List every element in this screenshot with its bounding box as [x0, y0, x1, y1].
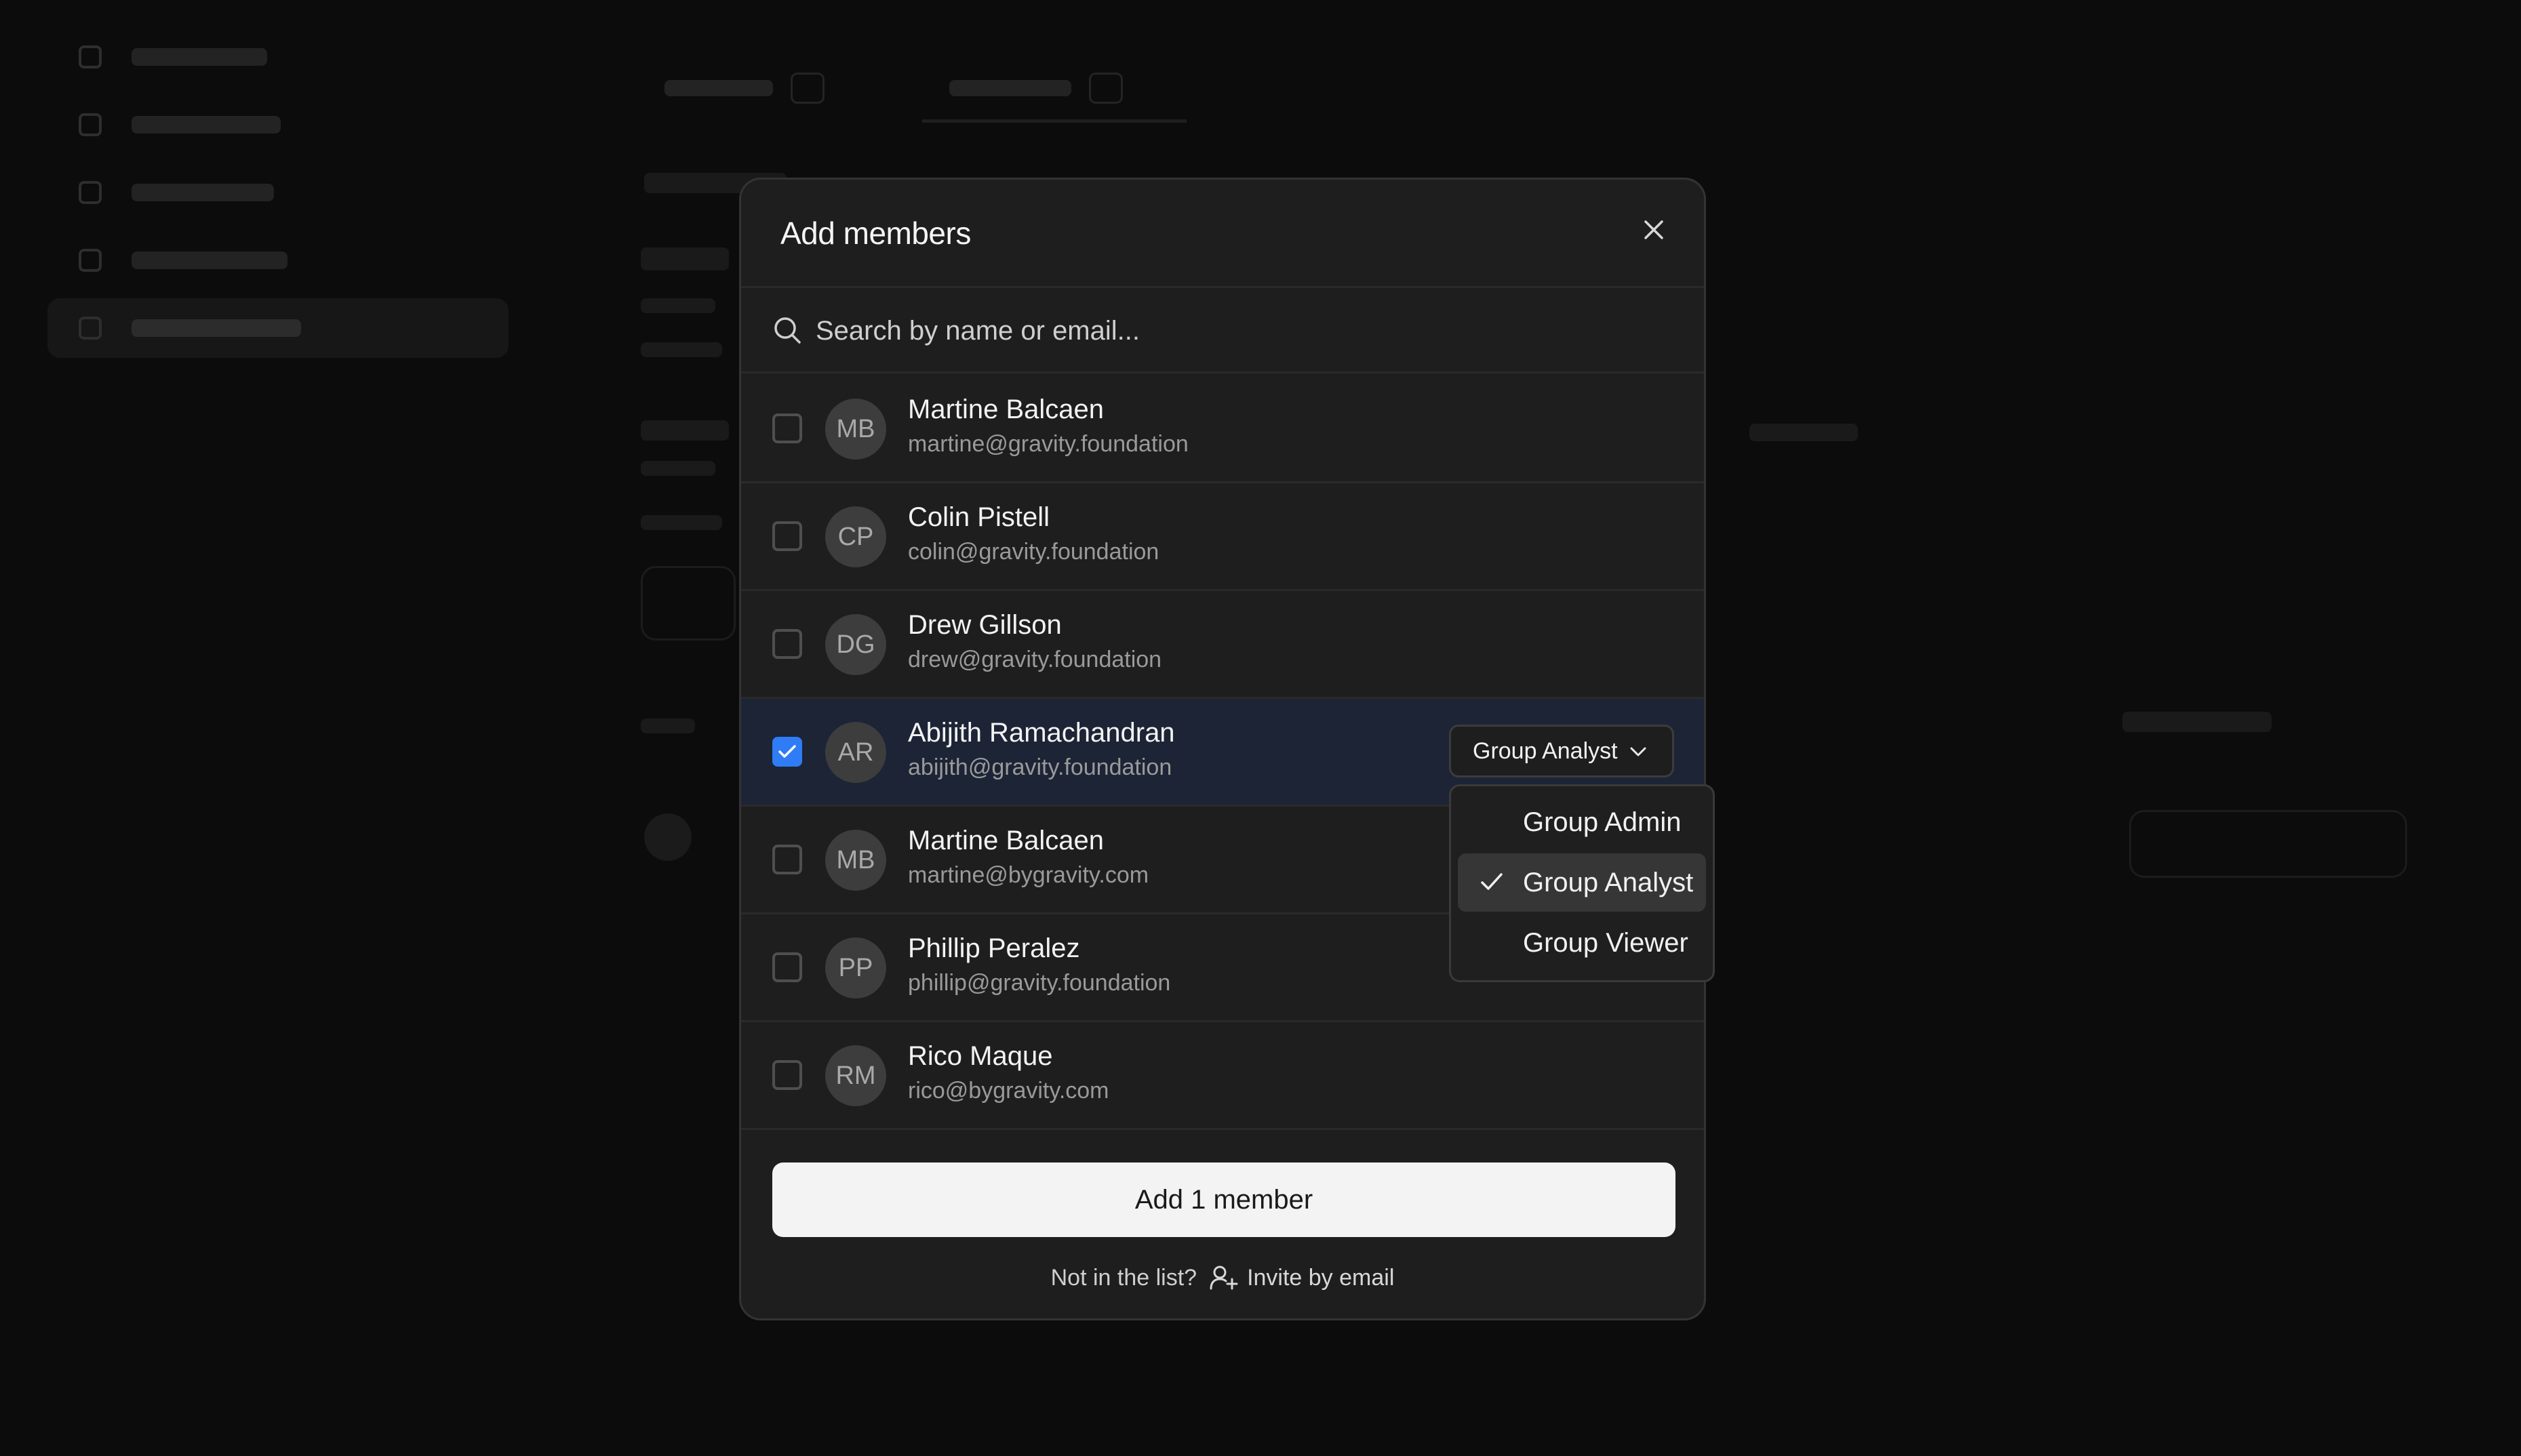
- member-checkbox-checked[interactable]: [772, 737, 802, 767]
- avatar: AR: [825, 722, 886, 783]
- search-icon: [774, 317, 801, 344]
- avatar: DG: [825, 614, 886, 675]
- member-row[interactable]: CP Colin Pistell colin@gravity.foundation: [741, 483, 1704, 591]
- search-input[interactable]: [816, 308, 1663, 353]
- chevron-down-icon: [1630, 747, 1646, 756]
- role-option-group-admin[interactable]: Group Admin: [1458, 793, 1706, 851]
- close-icon: [1644, 220, 1663, 239]
- background-top-tabs: [664, 54, 1220, 129]
- background-tab: [664, 68, 825, 108]
- background-text: [641, 247, 729, 270]
- role-select[interactable]: Group Analyst: [1449, 725, 1674, 777]
- background-text: [1749, 424, 1858, 441]
- member-checkbox[interactable]: [772, 845, 802, 874]
- member-name: Drew Gillson: [908, 610, 1062, 640]
- background-box: [641, 566, 736, 641]
- member-email: colin@gravity.foundation: [908, 539, 1159, 565]
- member-email: abijith@gravity.foundation: [908, 754, 1172, 780]
- check-icon: [1481, 873, 1503, 890]
- avatar: MB: [825, 830, 886, 891]
- background-text: [641, 420, 729, 441]
- invite-by-email-link[interactable]: Invite by email: [1209, 1264, 1394, 1291]
- member-row[interactable]: DG Drew Gillson drew@gravity.foundation: [741, 591, 1704, 699]
- member-row[interactable]: RM Rico Maque rico@bygravity.com: [741, 1022, 1704, 1130]
- avatar: RM: [825, 1045, 886, 1106]
- member-checkbox[interactable]: [772, 521, 802, 551]
- background-box: [2129, 810, 2407, 878]
- member-email: phillip@gravity.foundation: [908, 970, 1171, 996]
- close-button[interactable]: [1635, 211, 1673, 249]
- avatar: MB: [825, 399, 886, 460]
- add-members-modal: Add members MB Martine Balcaen martine@gra…: [739, 178, 1715, 1320]
- background-sidebar-item: [47, 27, 509, 87]
- background-sidebar-item-active: [47, 298, 509, 358]
- background-tab: [949, 68, 1123, 108]
- check-icon: [778, 745, 796, 758]
- role-option-label: Group Viewer: [1523, 927, 1688, 958]
- background-sidebar-item: [47, 163, 509, 222]
- member-name: Colin Pistell: [908, 502, 1050, 532]
- member-list: MB Martine Balcaen martine@gravity.foundat…: [741, 376, 1704, 1130]
- add-member-button[interactable]: Add 1 member: [772, 1162, 1675, 1237]
- member-checkbox[interactable]: [772, 629, 802, 659]
- background-text: [641, 461, 715, 476]
- background-avatar: [644, 813, 692, 861]
- background-sidebar-item: [47, 230, 509, 290]
- role-select-value: Group Analyst: [1473, 737, 1618, 764]
- modal-title: Add members: [780, 216, 971, 251]
- background-text: [641, 719, 695, 733]
- member-name: Martine Balcaen: [908, 395, 1105, 424]
- background-text: [641, 298, 715, 313]
- member-email: rico@bygravity.com: [908, 1078, 1109, 1104]
- avatar: CP: [825, 506, 886, 567]
- member-name: Martine Balcaen: [908, 826, 1105, 855]
- background-text: [2122, 712, 2271, 732]
- member-name: Rico Maque: [908, 1041, 1053, 1071]
- member-row[interactable]: MB Martine Balcaen martine@gravity.foundat…: [741, 376, 1704, 483]
- member-checkbox[interactable]: [772, 413, 802, 443]
- role-dropdown-menu: Group Admin Group Analyst Group Viewer: [1449, 784, 1715, 982]
- background-sidebar: [47, 27, 509, 366]
- role-option-label: Group Admin: [1523, 807, 1682, 837]
- invite-label: Invite by email: [1247, 1264, 1395, 1291]
- search-row: [741, 288, 1704, 373]
- member-checkbox[interactable]: [772, 952, 802, 982]
- role-option-label: Group Analyst: [1523, 867, 1694, 897]
- member-email: martine@bygravity.com: [908, 862, 1149, 888]
- member-checkbox[interactable]: [772, 1060, 802, 1090]
- member-email: martine@gravity.foundation: [908, 431, 1189, 457]
- modal-header: Add members: [741, 180, 1704, 288]
- background-tab-underline: [922, 119, 1187, 123]
- role-option-group-viewer[interactable]: Group Viewer: [1458, 914, 1706, 972]
- user-plus-icon: [1210, 1266, 1238, 1290]
- member-name: Abijith Ramachandran: [908, 718, 1175, 748]
- member-name: Phillip Peralez: [908, 933, 1080, 963]
- footer-prompt: Not in the list?: [1050, 1264, 1197, 1291]
- member-email: drew@gravity.foundation: [908, 647, 1162, 672]
- modal-footer: Not in the list? Invite by email: [741, 1257, 1704, 1298]
- avatar: PP: [825, 937, 886, 998]
- background-sidebar-item: [47, 95, 509, 155]
- background-text: [641, 515, 722, 530]
- background-text: [641, 342, 722, 357]
- role-option-group-analyst[interactable]: Group Analyst: [1458, 853, 1706, 912]
